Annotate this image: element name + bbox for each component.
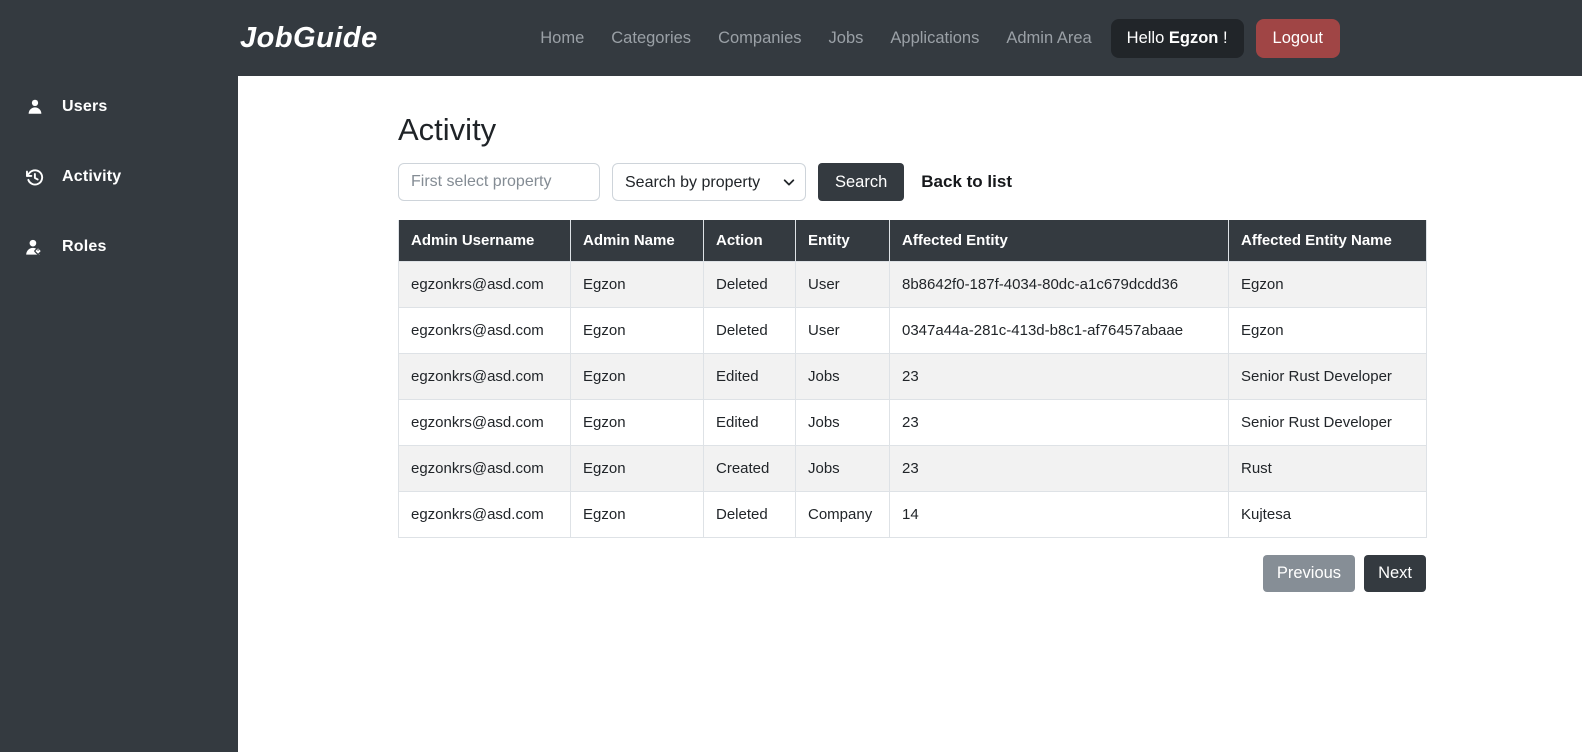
search-row: Search by property Search Back to list [398,163,1582,201]
cell-action: Created [703,445,796,492]
greeting-suffix: ! [1218,28,1228,47]
column-header-admin-name: Admin Name [570,220,704,262]
cell-affected-entity: 23 [889,399,1229,446]
nav-link-admin-area[interactable]: Admin Area [1006,29,1091,48]
greeting-username: Egzon [1168,28,1219,47]
property-select[interactable]: Search by property [612,163,806,201]
page-title: Activity [398,112,497,147]
cell-action: Edited [703,353,796,400]
activity-table: Admin Username Admin Name Action Entity … [398,220,1427,538]
search-input[interactable] [398,163,600,201]
sidebar: Users Activity Roles [0,0,238,752]
cell-entity: Jobs [795,353,890,400]
nav-link-jobs[interactable]: Jobs [829,29,864,48]
cell-admin-username: egzonkrs@asd.com [398,399,571,446]
column-header-action: Action [703,220,796,262]
next-button[interactable]: Next [1364,555,1426,592]
cell-admin-name: Egzon [570,307,704,354]
history-icon [25,168,44,187]
cell-action: Deleted [703,491,796,538]
cell-admin-name: Egzon [570,261,704,308]
cell-entity: Company [795,491,890,538]
cell-affected-entity: 23 [889,353,1229,400]
pagination: Previous Next [398,555,1426,592]
cell-admin-username: egzonkrs@asd.com [398,261,571,308]
table-row: egzonkrs@asd.com Egzon Deleted User 0347… [398,307,1427,354]
logout-button[interactable]: Logout [1255,18,1340,58]
table-row: egzonkrs@asd.com Egzon Deleted User 8b86… [398,261,1427,308]
cell-entity: User [795,307,890,354]
cell-affected-entity: 8b8642f0-187f-4034-80dc-a1c679dcdd36 [889,261,1229,308]
cell-admin-username: egzonkrs@asd.com [398,353,571,400]
cell-affected-entity: 14 [889,491,1229,538]
cell-admin-name: Egzon [570,491,704,538]
table-row: egzonkrs@asd.com Egzon Created Jobs 23 R… [398,445,1427,492]
back-to-list-link[interactable]: Back to list [921,172,1012,192]
cell-entity: Jobs [795,445,890,492]
sidebar-item-roles[interactable]: Roles [0,235,238,259]
sidebar-item-users[interactable]: Users [0,95,238,119]
cell-admin-username: egzonkrs@asd.com [398,445,571,492]
user-tag-icon [25,238,44,257]
cell-entity: Jobs [795,399,890,446]
sidebar-item-label: Roles [62,238,107,255]
property-select-wrap: Search by property [612,163,806,201]
user-icon [25,98,44,117]
sidebar-item-label: Users [62,98,108,115]
column-header-affected-entity-name: Affected Entity Name [1228,220,1427,262]
table-header: Admin Username Admin Name Action Entity … [398,220,1427,262]
column-header-entity: Entity [795,220,890,262]
greeting-prefix: Hello [1126,28,1169,47]
cell-admin-username: egzonkrs@asd.com [398,307,571,354]
table-row: egzonkrs@asd.com Egzon Edited Jobs 23 Se… [398,353,1427,400]
nav-link-applications[interactable]: Applications [890,29,979,48]
table-row: egzonkrs@asd.com Egzon Deleted Company 1… [398,491,1427,538]
table-row: egzonkrs@asd.com Egzon Edited Jobs 23 Se… [398,399,1427,446]
cell-action: Deleted [703,261,796,308]
cell-action: Edited [703,399,796,446]
cell-affected-entity-name: Rust [1228,445,1427,492]
nav-link-home[interactable]: Home [540,29,584,48]
sidebar-item-label: Activity [62,168,122,185]
search-button[interactable]: Search [818,163,905,201]
nav-link-categories[interactable]: Categories [611,29,691,48]
nav-link-companies[interactable]: Companies [718,29,801,48]
cell-admin-name: Egzon [570,353,704,400]
cell-affected-entity-name: Senior Rust Developer [1228,353,1427,400]
cell-admin-username: egzonkrs@asd.com [398,491,571,538]
column-header-affected-entity: Affected Entity [889,220,1229,262]
previous-button[interactable]: Previous [1262,555,1356,592]
cell-action: Deleted [703,307,796,354]
cell-affected-entity-name: Egzon [1228,307,1427,354]
cell-affected-entity-name: Egzon [1228,261,1427,308]
cell-affected-entity: 0347a44a-281c-413d-b8c1-af76457abaae [889,307,1229,354]
sidebar-item-activity[interactable]: Activity [0,165,238,189]
column-header-admin-username: Admin Username [398,220,571,262]
cell-affected-entity: 23 [889,445,1229,492]
brand-logo[interactable]: JobGuide [240,22,378,55]
top-navbar: JobGuide Home Categories Companies Jobs … [0,0,1582,76]
cell-entity: User [795,261,890,308]
main-content: Activity Search by property Search Back … [238,76,1582,752]
cell-affected-entity-name: Kujtesa [1228,491,1427,538]
greeting-button[interactable]: Hello Egzon ! [1110,18,1244,58]
cell-admin-name: Egzon [570,445,704,492]
cell-admin-name: Egzon [570,399,704,446]
nav-links: Home Categories Companies Jobs Applicati… [540,29,1091,48]
cell-affected-entity-name: Senior Rust Developer [1228,399,1427,446]
